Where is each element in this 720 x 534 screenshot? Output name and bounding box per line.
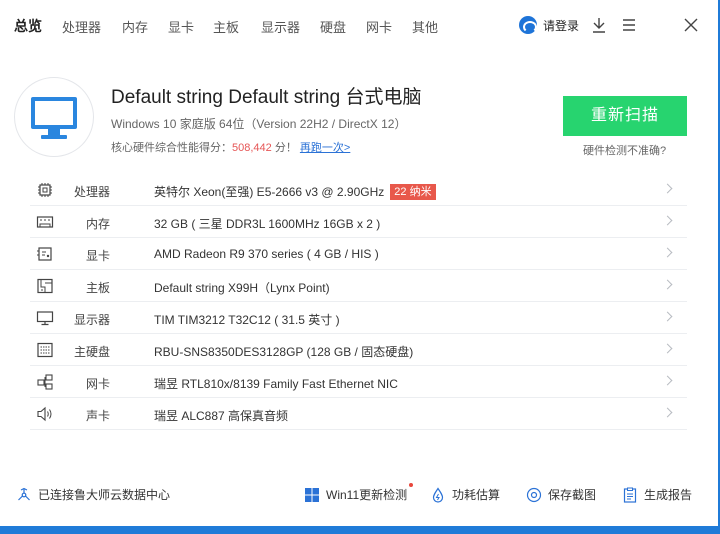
tab-disk[interactable]: 硬盘: [320, 17, 346, 36]
download-icon[interactable]: [590, 15, 608, 35]
windows-icon: [305, 487, 319, 502]
motherboard-value: Default string X99H（Lynx Point): [154, 281, 330, 295]
row-value: 英特尔 Xeon(至强) E5-2666 v3 @ 2.90GHz 22 纳米: [154, 183, 436, 200]
chevron-right-icon: [662, 343, 673, 354]
cloud-connect-icon: [18, 487, 30, 500]
processor-value: 英特尔 Xeon(至强) E5-2666 v3 @ 2.90GHz: [154, 185, 385, 199]
os-version: Windows 10 家庭版 64位（Version 22H2 / Direct…: [111, 117, 407, 131]
hardware-row-sound[interactable]: 声卡 瑞昱 ALC887 高保真音频: [30, 398, 687, 430]
tab-motherboard[interactable]: 主板: [213, 17, 239, 36]
login-button[interactable]: 请登录: [519, 15, 579, 35]
memory-value: 32 GB ( 三星 DDR3L 1600MHz 16GB x 2 ): [154, 217, 381, 231]
chevron-right-icon: [662, 311, 673, 322]
chevron-right-icon: [662, 407, 673, 418]
tab-processor[interactable]: 处理器: [62, 17, 101, 36]
computer-avatar: [14, 77, 94, 157]
computer-title: Default string Default string 台式电脑: [111, 87, 422, 108]
power-drop-icon: [432, 486, 444, 503]
login-label: 请登录: [543, 18, 580, 33]
rerun-link[interactable]: 再跑一次>: [300, 142, 350, 154]
row-label: 网卡: [85, 377, 110, 391]
row-label: 显示器: [73, 313, 110, 327]
chevron-right-icon: [662, 247, 673, 258]
menu-icon[interactable]: [620, 15, 638, 35]
power-estimate-label: 功耗估算: [452, 488, 501, 502]
generate-report-label: 生成报告: [644, 488, 693, 502]
hardware-row-disk[interactable]: 主硬盘 RBU-SNS8350DES3128GP (128 GB / 固态硬盘): [30, 334, 687, 366]
row-label: 内存: [85, 217, 110, 231]
row-label: 处理器: [73, 185, 110, 199]
cloud-status: 已连接鲁大师云数据中心: [16, 486, 170, 503]
monitor-value: TIM TIM3212 T32C12 ( 31.5 英寸 ): [154, 313, 340, 327]
row-label: 主板: [85, 281, 110, 295]
win11-check-label: Win11更新检测: [326, 488, 408, 502]
sound-value: 瑞昱 ALC887 高保真音频: [154, 409, 289, 423]
desktop-computer-icon: [31, 97, 77, 139]
notification-dot: [409, 483, 414, 487]
speaker-icon: [37, 406, 52, 422]
performance-score: 508,442: [232, 142, 272, 154]
chevron-right-icon: [662, 279, 673, 290]
motherboard-icon: [37, 278, 53, 294]
top-nav: 总览 处理器 内存 显卡 主板 显示器 硬盘 网卡 其他 请登录: [0, 0, 720, 52]
score-prefix: 核心硬件综合性能得分：: [111, 142, 232, 154]
disk-value: RBU-SNS8350DES3128GP (128 GB / 固态硬盘): [154, 345, 414, 359]
cloud-status-label: 已连接鲁大师云数据中心: [38, 488, 171, 502]
power-estimate-button[interactable]: 功耗估算: [430, 486, 500, 503]
hardware-row-memory[interactable]: 内存 32 GB ( 三星 DDR3L 1600MHz 16GB x 2 ): [30, 206, 687, 238]
cpu-icon: [38, 183, 52, 197]
graphics-value: AMD Radeon R9 370 series ( 4 GB / HIS ): [154, 247, 379, 261]
close-icon[interactable]: [682, 15, 700, 35]
chevron-right-icon: [662, 215, 673, 226]
rescan-button[interactable]: 重新扫描: [563, 96, 687, 136]
tab-other[interactable]: 其他: [412, 17, 438, 36]
hardware-row-processor[interactable]: 处理器 英特尔 Xeon(至强) E5-2666 v3 @ 2.90GHz 22…: [30, 174, 687, 206]
gpu-icon: [37, 247, 52, 261]
tab-memory[interactable]: 内存: [122, 17, 148, 36]
network-value: 瑞昱 RTL810x/8139 Family Fast Ethernet NIC: [154, 377, 398, 391]
disk-icon: [37, 342, 53, 358]
process-node-badge: 22 纳米: [390, 183, 436, 200]
row-label: 声卡: [85, 409, 110, 423]
row-label: 显卡: [85, 249, 110, 263]
detection-inaccurate-link[interactable]: 硬件检测不准确?: [583, 142, 666, 158]
chevron-right-icon: [662, 183, 673, 194]
hardware-row-graphics[interactable]: 显卡 AMD Radeon R9 370 series ( 4 GB / HIS…: [30, 238, 687, 270]
hardware-row-motherboard[interactable]: 主板 Default string X99H（Lynx Point): [30, 270, 687, 302]
win11-check-button[interactable]: Win11更新检测: [304, 483, 414, 503]
tab-monitor[interactable]: 显示器: [261, 17, 300, 36]
save-screenshot-button[interactable]: 保存截图: [526, 486, 596, 503]
hardware-row-network[interactable]: 网卡 瑞昱 RTL810x/8139 Family Fast Ethernet …: [30, 366, 687, 398]
bottom-toolbar: 已连接鲁大师云数据中心 Win11更新检测 功耗估算 保存截图 生成报告: [0, 478, 720, 512]
chevron-right-icon: [662, 375, 673, 386]
screenshot-icon: [526, 487, 542, 502]
score-suffix: 分！: [271, 142, 297, 154]
ludashi-logo-icon: [519, 16, 537, 34]
performance-score-line: 核心硬件综合性能得分：508,442 分！ 再跑一次>: [111, 139, 350, 155]
monitor-icon: [36, 311, 54, 326]
network-icon: [37, 374, 53, 390]
report-icon: [623, 487, 637, 503]
hardware-row-monitor[interactable]: 显示器 TIM TIM3212 T32C12 ( 31.5 英寸 ): [30, 302, 687, 334]
save-screenshot-label: 保存截图: [548, 488, 597, 502]
win11-check-label-wrap: Win11更新检测: [326, 483, 414, 503]
memory-icon: [36, 216, 54, 228]
generate-report-button[interactable]: 生成报告: [622, 486, 692, 503]
hardware-list: 处理器 英特尔 Xeon(至强) E5-2666 v3 @ 2.90GHz 22…: [30, 174, 687, 430]
window-border-bottom: [0, 526, 720, 534]
tab-overview[interactable]: 总览: [14, 16, 42, 36]
tab-graphics[interactable]: 显卡: [168, 17, 194, 36]
row-label: 主硬盘: [73, 345, 110, 359]
tab-network[interactable]: 网卡: [366, 17, 392, 36]
